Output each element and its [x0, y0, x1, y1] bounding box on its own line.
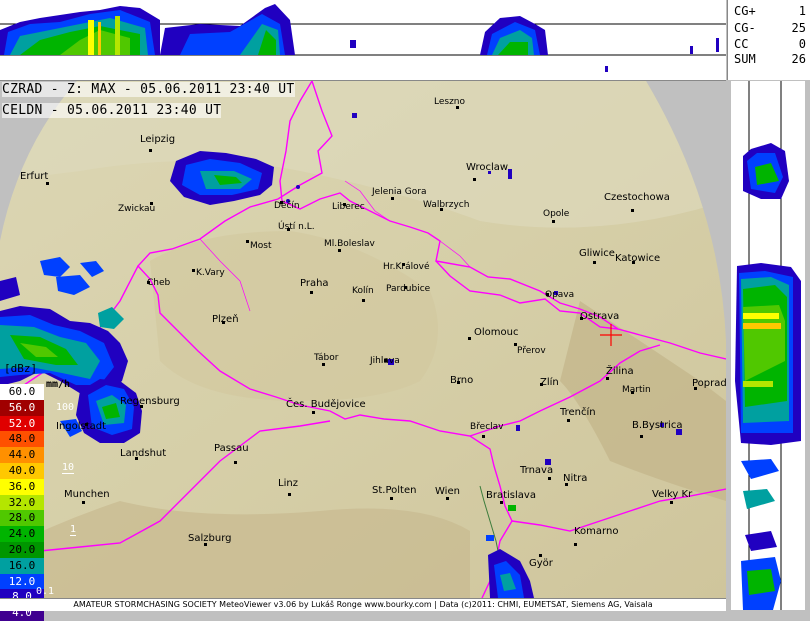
- city-label: Salzburg: [188, 533, 232, 544]
- city-label: Trnava: [520, 465, 554, 476]
- city-label: Wroclaw: [466, 162, 509, 173]
- legend-row: 56.0: [0, 399, 44, 416]
- city-label: B.Bystrica: [632, 420, 683, 431]
- city-label: St.Polten: [372, 485, 417, 496]
- city-label: Děčín: [274, 201, 300, 211]
- rain-mark: 10: [62, 462, 75, 474]
- city-label: Erfurt: [20, 171, 49, 182]
- city-label: Katowice: [615, 253, 661, 264]
- lightning-cg-plus-row: CG+ 1: [734, 4, 806, 18]
- city-label: Poprad: [692, 378, 727, 389]
- city-label: Martin: [622, 385, 651, 395]
- legend-row: 36.0: [0, 478, 44, 495]
- city-label: Walbrzych: [423, 200, 470, 210]
- city-label: Landshut: [120, 448, 167, 459]
- city-label: Leipzig: [140, 134, 176, 145]
- rain-mark: 100: [56, 402, 75, 413]
- city-label: Pardubice: [386, 284, 431, 294]
- lightning-label: CG+: [734, 4, 756, 18]
- top-strip-graph: [0, 4, 726, 72]
- city-label: Leszno: [434, 97, 466, 107]
- city-label: Ml.Boleslav: [324, 239, 375, 249]
- city-label: Plzeň: [212, 314, 239, 325]
- lightning-label: CG-: [734, 21, 756, 35]
- city-label: Most: [250, 241, 272, 251]
- footer-credits: AMATEUR STORMCHASING SOCIETY MeteoViewer…: [0, 598, 726, 611]
- city-label: Ostrava: [580, 311, 620, 322]
- reflectivity-legend: [dBz] mm/h 60.0 56.0 52.0 48.0 44.0 40.0…: [0, 362, 77, 621]
- city-label: Bratislava: [486, 490, 536, 501]
- city-label: Praha: [300, 278, 329, 289]
- city-label: K.Vary: [196, 268, 225, 278]
- lightning-label: SUM: [734, 52, 756, 66]
- side-echo-main: [735, 263, 801, 445]
- city-label: Tábor: [314, 353, 339, 363]
- radar-map-canvas: [0, 81, 726, 598]
- lightning-cg-minus-row: CG- 25: [734, 21, 806, 35]
- city-label: Wien: [435, 486, 460, 497]
- echo-cluster-middle: [160, 4, 356, 55]
- rain-mark: 1: [70, 524, 77, 536]
- side-strip-graph: [731, 81, 805, 610]
- city-label: Nitra: [563, 473, 588, 484]
- side-echo-lower: [741, 459, 781, 610]
- city-label: Břeclav: [470, 422, 504, 432]
- city-label: Olomouc: [474, 327, 519, 338]
- radar-header-line: CZRAD - Z: MAX - 05.06.2011 23:40 UT: [2, 82, 295, 97]
- lightning-value: 26: [791, 52, 806, 66]
- legend-rain-unit: mm/h: [46, 379, 71, 390]
- city-label: Cheb: [147, 278, 171, 288]
- city-label: Zlín: [540, 377, 559, 388]
- city-label: Munchen: [64, 489, 110, 500]
- city-label: Opole: [543, 209, 570, 219]
- lightning-sum-row: SUM 26: [734, 52, 806, 66]
- legend-row: 20.0: [0, 542, 44, 558]
- legend-row: 52.0: [0, 415, 44, 432]
- city-label: Ústí n.L.: [278, 222, 315, 232]
- city-label: Czestochowa: [604, 192, 670, 203]
- lightning-header-line: CELDN - 05.06.2011 23:40 UT: [2, 103, 222, 118]
- city-label: Liberec: [332, 202, 365, 212]
- city-label: Jelenia Gora: [372, 187, 427, 197]
- city-label: Čes. Budějovice: [286, 399, 366, 410]
- lightning-value: 0: [798, 37, 806, 51]
- legend-row: 60.0: [0, 384, 44, 400]
- city-label: Jihlava: [370, 356, 400, 366]
- lightning-cc-row: CC 0: [734, 37, 806, 51]
- city-label: Opava: [545, 290, 575, 300]
- city-label: Kolín: [352, 286, 374, 296]
- city-label: Žilina: [606, 366, 634, 377]
- city-label: Passau: [214, 443, 249, 454]
- city-label: Trenčín: [560, 407, 596, 418]
- city-label: Komarno: [574, 526, 619, 537]
- legend-row: 28.0: [0, 510, 44, 527]
- city-label: Regensburg: [120, 396, 180, 407]
- city-label: Györ: [529, 558, 553, 569]
- echo-cluster-left: [0, 6, 160, 55]
- city-label: Linz: [278, 478, 298, 489]
- city-label: Brno: [450, 375, 474, 386]
- legend-row: 48.0: [0, 431, 44, 448]
- city-label: Velky Kr: [652, 489, 693, 500]
- legend-unit-label: [dBz]: [4, 362, 38, 375]
- lightning-label: CC: [734, 37, 749, 51]
- radar-map[interactable]: CZRAD - Z: MAX - 05.06.2011 23:40 UT CEL…: [0, 81, 727, 598]
- side-echo-upper: [743, 143, 789, 199]
- legend-row: 32.0: [0, 494, 44, 511]
- city-label: Přerov: [517, 346, 546, 356]
- legend-row: 24.0: [0, 526, 44, 542]
- lightning-value: 25: [791, 21, 806, 35]
- city-label: Ingolstadt: [56, 421, 107, 432]
- legend-row: 40.0: [0, 463, 44, 479]
- lightning-value: 1: [798, 4, 806, 18]
- city-label: Zwickau: [118, 204, 156, 214]
- top-echo-time-strip: [0, 0, 726, 81]
- city-label: Gliwice: [579, 248, 615, 259]
- legend-row: 16.0: [0, 557, 44, 574]
- lightning-counter-panel: CG+ 1 CG- 25 CC 0 SUM 26: [727, 0, 810, 80]
- city-label: Hr.Králové: [383, 262, 430, 272]
- side-echo-time-strip: [727, 81, 810, 610]
- rain-mark: 0.1: [36, 586, 55, 597]
- legend-row: 44.0: [0, 447, 44, 463]
